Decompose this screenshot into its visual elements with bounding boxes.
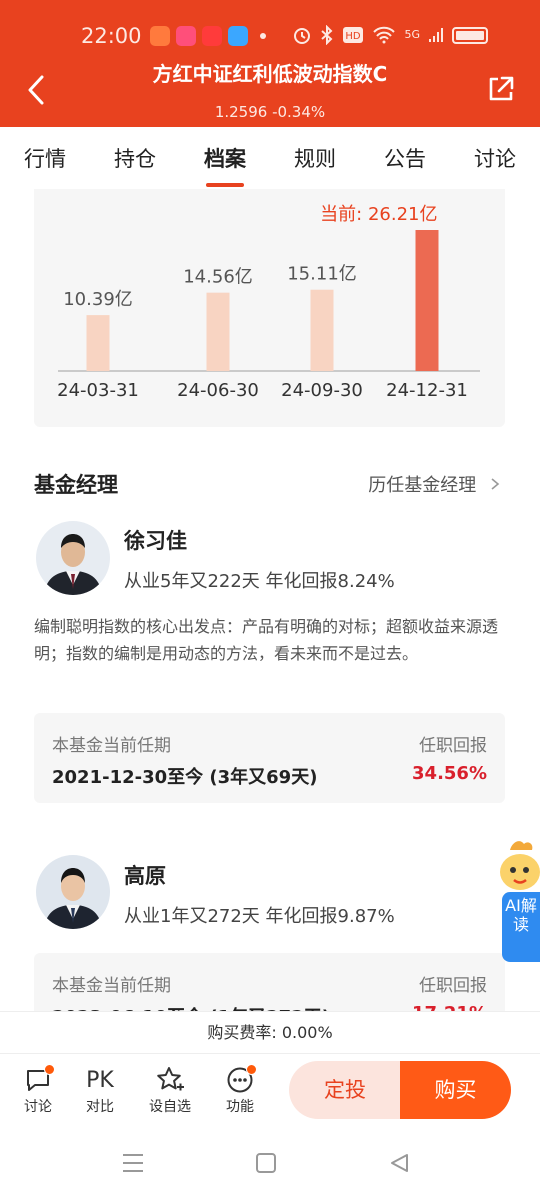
history-managers-link[interactable]: 历任基金经理 — [368, 471, 502, 497]
tab-holdings[interactable]: 持仓 — [110, 143, 160, 173]
avatar[interactable] — [36, 521, 110, 595]
app-notification-icon — [150, 26, 170, 46]
chart-tick-label: 24-12-31 — [386, 380, 468, 401]
avatar[interactable] — [36, 855, 110, 929]
network-type: 5G — [404, 28, 420, 41]
pk-icon: PK — [86, 1067, 114, 1093]
return-label: 任职回报 — [419, 736, 487, 756]
system-icons: HD 5G — [292, 25, 488, 45]
tenure-card: 本基金当前任期 任职回报 2021-12-30至今 (3年又69天) 34.56… — [34, 713, 505, 803]
tab-bar: 行情 持仓 档案 规则 公告 讨论 — [0, 127, 540, 189]
bottom-action-bar: 讨论 PK 对比 设自选 功能 定投 购买 — [0, 1053, 540, 1128]
compare-label: 对比 — [86, 1099, 114, 1115]
tenure-value: 2021-12-30至今 (3年又69天) — [52, 767, 318, 788]
chart-tick-label: 24-09-30 — [281, 380, 363, 401]
menu-icon[interactable] — [121, 1152, 145, 1174]
manager-name[interactable]: 徐习佳 — [124, 525, 187, 555]
notification-badge — [246, 1064, 257, 1075]
tenure-value: 2023-06-10至今 (1年又272天) — [52, 1003, 330, 1011]
home-icon[interactable] — [255, 1152, 277, 1174]
tenure-return: 34.56% — [412, 763, 487, 784]
signal-icon — [429, 28, 443, 42]
fund-size-chart-card: 10.39亿 24-03-31 14.56亿 24-06-30 15.11亿 24-09-… — [34, 189, 505, 427]
add-watchlist-button[interactable]: 设自选 — [140, 1064, 200, 1116]
battery-icon — [452, 26, 488, 44]
manager-name[interactable]: 高原 — [124, 860, 166, 890]
manager-photo — [36, 855, 110, 929]
auto-invest-button[interactable]: 定投 — [289, 1061, 401, 1119]
chart-bar — [86, 315, 110, 371]
fund-title: 方红中证红利低波动指数C — [152, 62, 388, 86]
app-notification-icon — [176, 26, 196, 46]
tab-rules[interactable]: 规则 — [290, 143, 340, 173]
manager-description: 编制聪明指数的核心出发点：产品有明确的对标；超额收益来源透明；指数的编制是用动态… — [34, 617, 499, 663]
star-add-icon — [157, 1067, 184, 1091]
app-notification-icon — [228, 26, 248, 46]
purchase-fee: 购买费率: 0.00% — [0, 1011, 540, 1053]
functions-label: 功能 — [226, 1099, 254, 1115]
wifi-icon — [373, 26, 396, 44]
mascot-icon — [500, 841, 540, 890]
add-watchlist-label: 设自选 — [149, 1099, 191, 1115]
hd-icon: HD — [343, 27, 364, 43]
section-title: 基金经理 — [34, 473, 118, 497]
return-label: 任职回报 — [419, 976, 487, 996]
system-nav-bar — [0, 1128, 540, 1200]
share-icon[interactable] — [486, 74, 516, 104]
notification-icons — [150, 26, 266, 46]
ai-interpret-label: AI解读 — [502, 892, 540, 962]
tenure-label: 本基金当前任期 — [52, 736, 171, 756]
status-time: 22:00 — [81, 24, 142, 48]
more-notifications-dot — [260, 33, 266, 39]
tab-quote[interactable]: 行情 — [20, 143, 70, 173]
ai-interpret-button[interactable]: AI解读 — [494, 838, 540, 962]
app-header: 22:00 HD 5G 方红中证红利低波动指数C 1.2596 -0.34% — [0, 0, 540, 127]
status-bar: 22:00 HD 5G — [0, 22, 540, 50]
chart-tick-label: 24-06-30 — [177, 380, 259, 401]
tab-profile[interactable]: 档案 — [200, 143, 250, 187]
chart-bar — [415, 230, 439, 371]
bluetooth-icon — [321, 25, 333, 45]
tenure-label: 本基金当前任期 — [52, 976, 171, 996]
manager-stats: 从业5年又222天 年化回报8.24% — [124, 571, 395, 592]
functions-button[interactable]: 功能 — [210, 1064, 270, 1116]
tab-discussion[interactable]: 讨论 — [470, 143, 520, 173]
buy-button[interactable]: 购买 — [400, 1061, 511, 1119]
svg-text:HD: HD — [346, 31, 362, 42]
scroll-content[interactable]: 10.39亿 24-03-31 14.56亿 24-06-30 15.11亿 24-09-… — [0, 189, 540, 1011]
fund-nav-change: 1.2596 -0.34% — [214, 103, 326, 121]
alarm-icon — [294, 28, 311, 44]
notification-badge — [44, 1064, 55, 1075]
chart-data-label: 当前: 26.21亿 — [320, 204, 437, 225]
chart-data-label: 10.39亿 — [63, 289, 133, 310]
chart-tick-label: 24-03-31 — [57, 380, 139, 401]
chevron-right-icon — [491, 478, 500, 490]
history-managers-label: 历任基金经理 — [368, 475, 477, 496]
back-nav-icon[interactable] — [388, 1152, 410, 1174]
chart-data-label: 15.11亿 — [287, 264, 357, 285]
discuss-label: 讨论 — [24, 1099, 52, 1115]
manager-photo — [36, 521, 110, 595]
tenure-card: 本基金当前任期 任职回报 2023-06-10至今 (1年又272天) 17.2… — [34, 953, 505, 1011]
fund-size-bar-chart: 10.39亿 24-03-31 14.56亿 24-06-30 15.11亿 24-09-… — [57, 204, 480, 401]
discuss-button[interactable]: 讨论 — [8, 1064, 68, 1116]
tenure-return: 17.21% — [412, 1003, 487, 1011]
chart-bar — [206, 292, 230, 371]
app-notification-icon — [202, 26, 222, 46]
chart-data-label: 14.56亿 — [183, 267, 253, 288]
compare-button[interactable]: PK 对比 — [70, 1064, 130, 1116]
manager-stats: 从业1年又272天 年化回报9.87% — [124, 906, 395, 927]
chart-bar — [310, 289, 334, 371]
tab-announcements[interactable]: 公告 — [380, 143, 430, 173]
